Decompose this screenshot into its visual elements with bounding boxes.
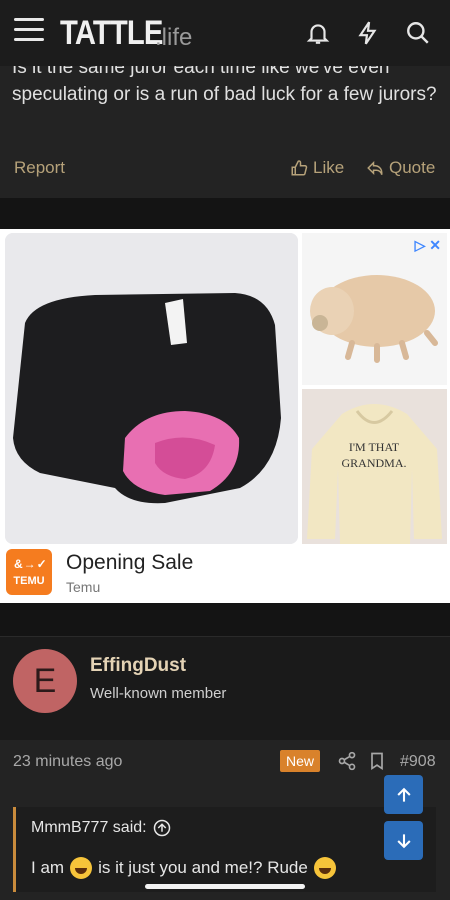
- post-time[interactable]: 23 minutes ago: [13, 753, 122, 771]
- reply-icon: [367, 160, 383, 176]
- laughing-emoji-icon: [313, 857, 336, 879]
- bookmark-icon[interactable]: [367, 751, 387, 771]
- hoodie-text-line1: I'M THAT: [349, 440, 400, 454]
- ad-advertiser[interactable]: Temu: [66, 579, 100, 595]
- top-header: TATTLE .life: [0, 0, 450, 66]
- temu-logo-text: TEMU: [13, 575, 45, 587]
- scroll-down-button[interactable]: [384, 821, 423, 860]
- user-role: Well-known member: [90, 685, 227, 702]
- quote-label: Quote: [389, 158, 436, 177]
- laughing-emoji-icon: [70, 857, 93, 879]
- quote-text-mid: is it just you and me!? Rude: [98, 858, 308, 877]
- advertisement[interactable]: ▷ ✕ I'M THAT GRANDMA. &→✓ TEMU Opening S…: [0, 229, 450, 603]
- share-icon[interactable]: [337, 751, 357, 771]
- hoodie-text-line2: GRANDMA.: [341, 456, 406, 470]
- like-button[interactable]: Like: [290, 158, 344, 178]
- bell-icon[interactable]: [305, 20, 331, 46]
- quote-block: MmmB777 said: I am is it just you and me…: [13, 807, 436, 892]
- quote-author: MmmB777 said:: [31, 819, 147, 836]
- report-link[interactable]: Report: [14, 158, 65, 178]
- ad-choices-icon[interactable]: ▷ ✕: [415, 237, 441, 254]
- site-logo-suffix[interactable]: .life: [155, 24, 192, 52]
- temu-logo-glyph: &→✓: [14, 557, 48, 571]
- quote-button[interactable]: Quote: [366, 158, 435, 178]
- quote-header[interactable]: MmmB777 said:: [31, 819, 171, 837]
- scroll-up-button[interactable]: [384, 775, 423, 814]
- ad-plush-image: [302, 233, 447, 385]
- temu-logo[interactable]: &→✓ TEMU: [6, 549, 52, 595]
- ad-image-hoodie[interactable]: I'M THAT GRANDMA.: [302, 389, 447, 544]
- new-badge: New: [280, 750, 321, 772]
- home-indicator[interactable]: [145, 884, 305, 889]
- bolt-icon[interactable]: [355, 20, 381, 46]
- like-label: Like: [313, 158, 345, 177]
- site-logo[interactable]: TATTLE: [60, 14, 163, 53]
- quote-text: I am is it just you and me!? Rude: [31, 857, 336, 879]
- ad-image-plush[interactable]: ▷ ✕: [302, 233, 447, 385]
- post-author: E EffingDust Well-known member: [0, 636, 450, 740]
- ad-hoodie-image: I'M THAT GRANDMA.: [302, 389, 447, 544]
- menu-icon[interactable]: [14, 18, 44, 44]
- post-meta: 23 minutes ago New #908: [0, 740, 450, 780]
- ad-image-main[interactable]: [5, 233, 298, 544]
- username[interactable]: EffingDust: [90, 655, 186, 677]
- arrow-up-icon: [396, 787, 411, 802]
- post-number[interactable]: #908: [400, 753, 436, 771]
- post-body: MmmB777 said: I am is it just you and me…: [0, 780, 450, 900]
- quote-text-start: I am: [31, 858, 65, 877]
- arrow-up-circle-icon: [153, 819, 170, 837]
- previous-post: Is it the same juror each time like we'v…: [0, 57, 450, 198]
- post-actions: Report Like Quote: [0, 152, 450, 182]
- ad-title[interactable]: Opening Sale: [66, 551, 193, 575]
- ad-product-shorts-image: [5, 233, 298, 544]
- avatar[interactable]: E: [13, 649, 77, 713]
- search-icon[interactable]: [405, 20, 431, 46]
- thumbs-up-icon: [291, 160, 308, 176]
- arrow-down-icon: [396, 833, 411, 848]
